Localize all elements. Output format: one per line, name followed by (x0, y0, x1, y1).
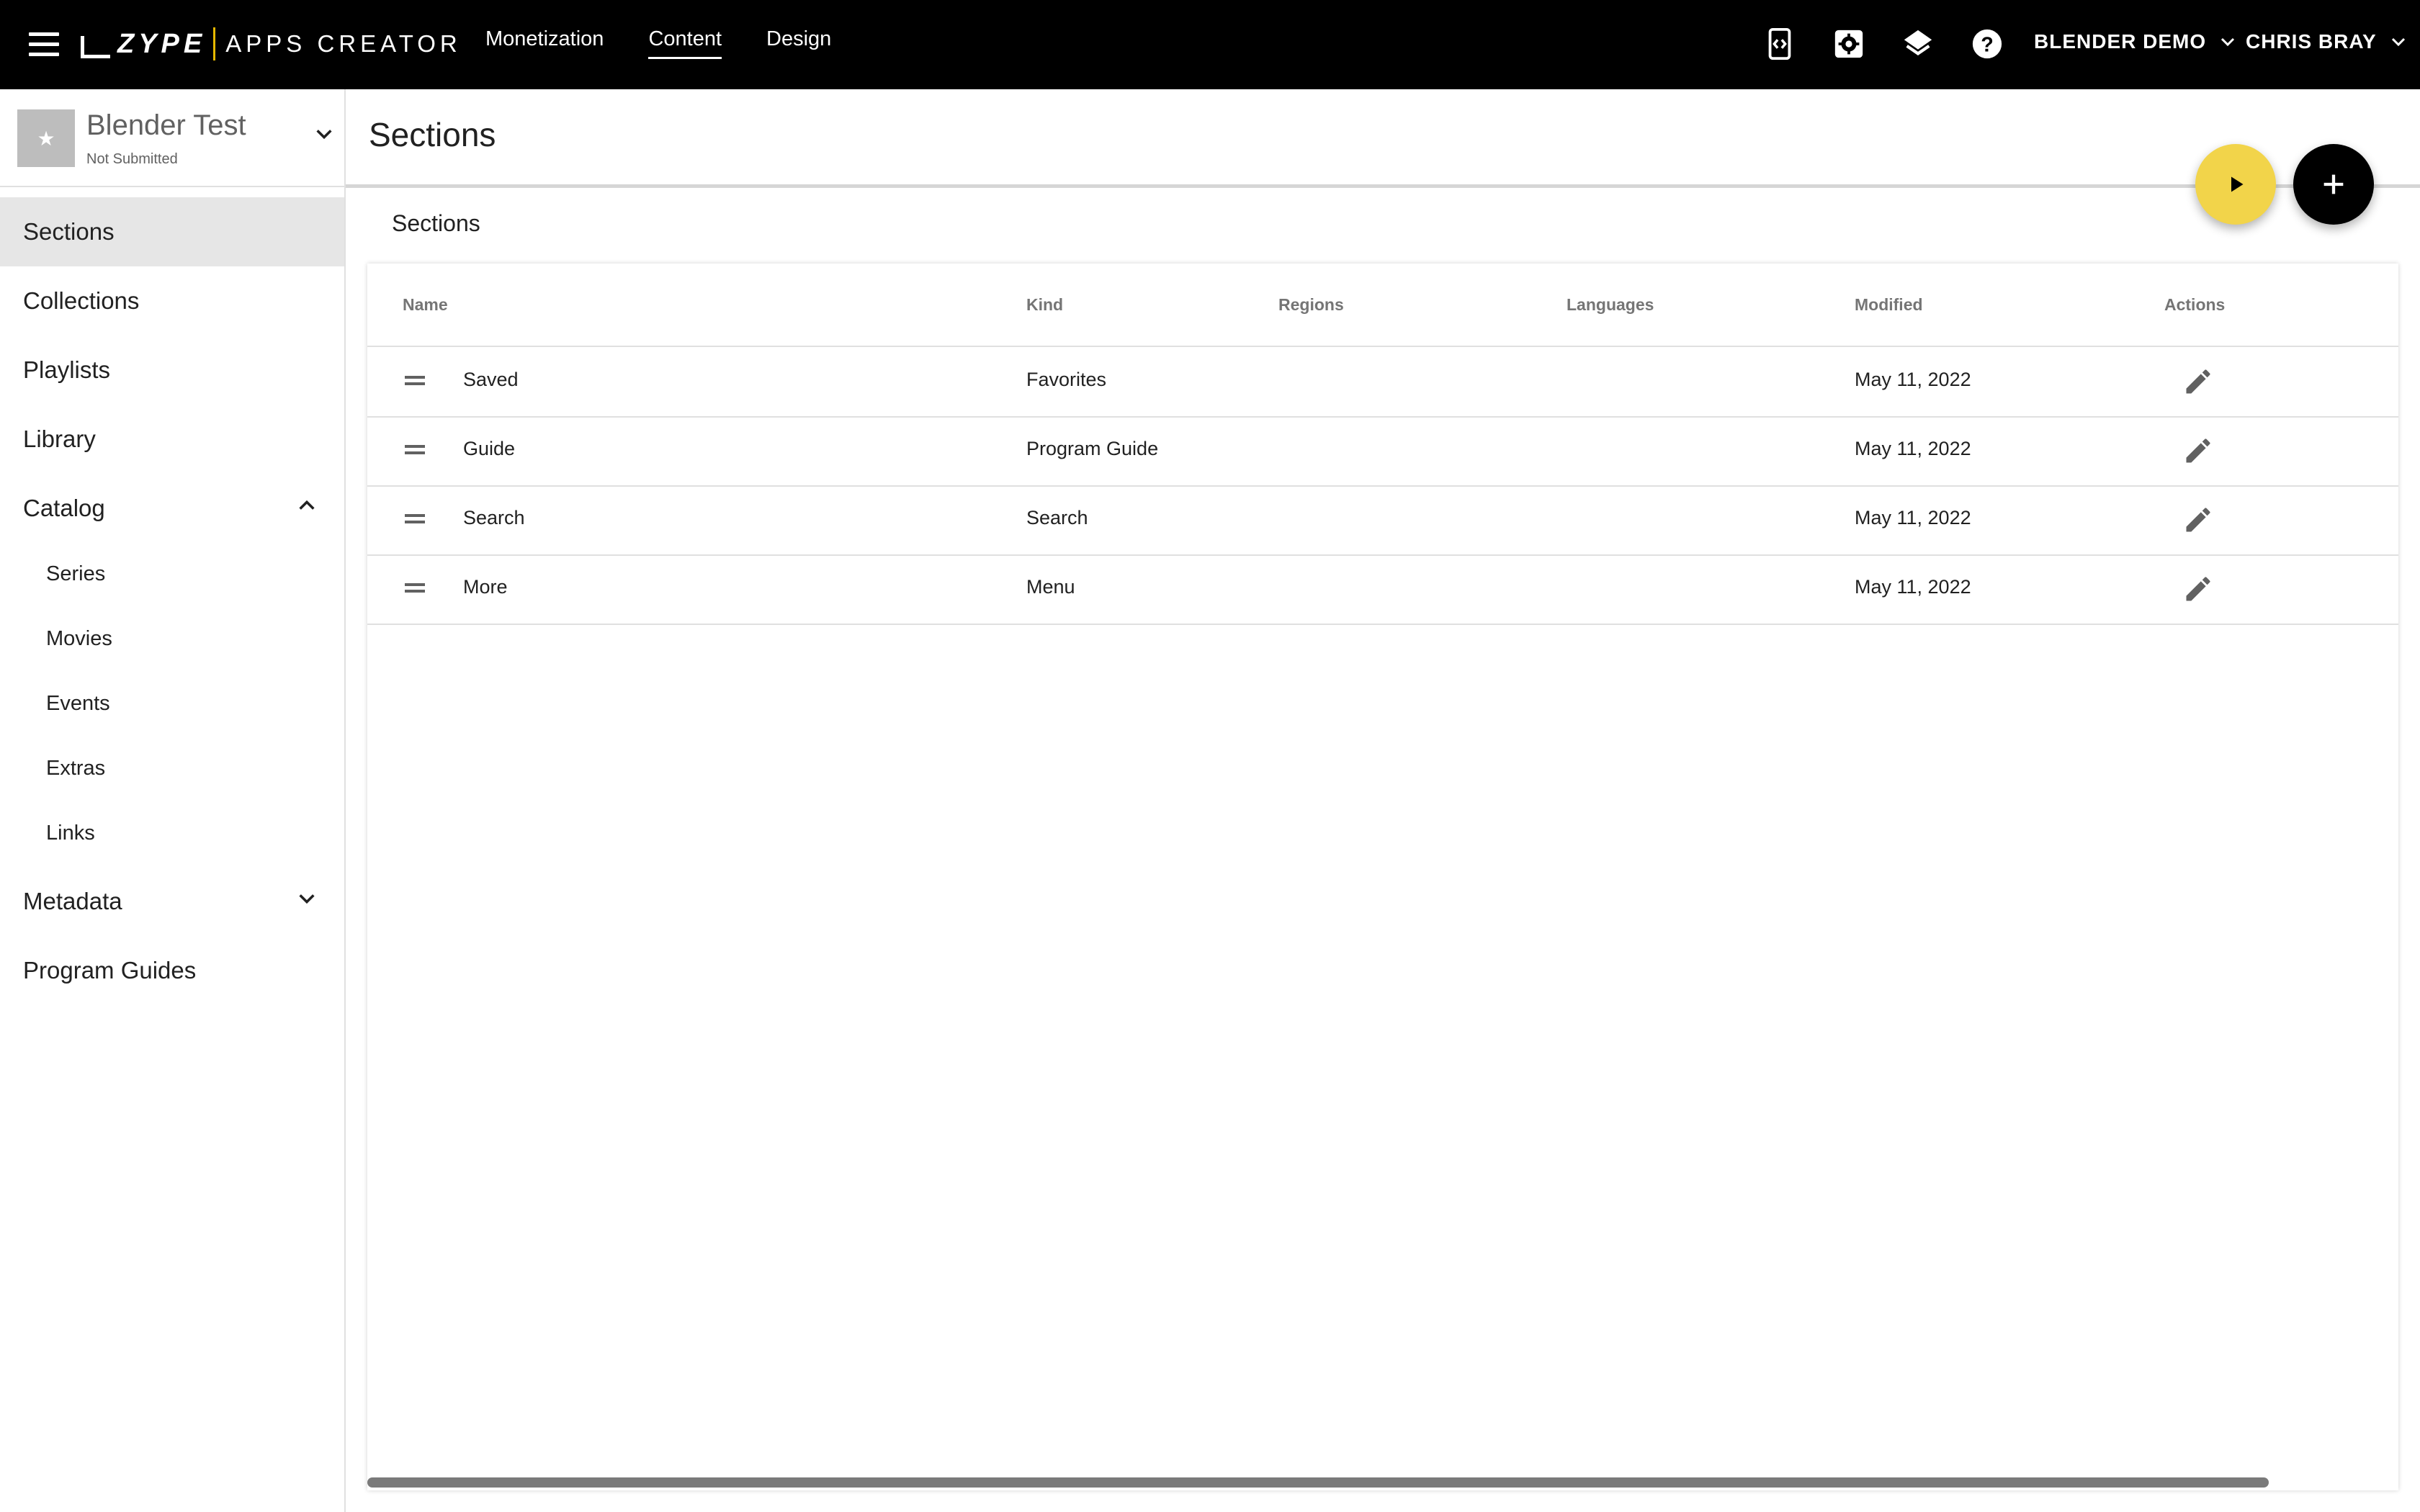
logo-divider (213, 27, 216, 60)
sidebar-item-program-guides[interactable]: Program Guides (0, 936, 344, 1005)
column-header-actions: Actions (2164, 295, 2226, 314)
cell-name: Guide (463, 438, 516, 459)
table-row[interactable]: Saved Favorites May 11, 2022 (367, 347, 2398, 418)
cell-name: Search (463, 507, 525, 528)
column-header-kind[interactable]: Kind (1026, 295, 1063, 315)
settings-icon[interactable] (1832, 27, 1865, 60)
play-icon (2231, 176, 2244, 192)
cell-kind: Program Guide (1026, 438, 1159, 459)
app-status: Not Submitted (86, 151, 178, 167)
cell-name: Saved (463, 369, 519, 390)
sidebar-item-sections[interactable]: Sections (0, 197, 344, 266)
column-header-modified[interactable]: Modified (1855, 295, 1923, 315)
nav-design[interactable]: Design (766, 27, 831, 59)
column-header-name[interactable]: Name (403, 295, 448, 315)
chevron-down-icon (2221, 37, 2235, 47)
sidebar-item-movies[interactable]: Movies (0, 606, 344, 671)
menu-icon[interactable] (29, 32, 59, 57)
cell-modified: May 11, 2022 (1855, 576, 1971, 598)
sidebar-item-catalog[interactable]: Catalog (0, 474, 344, 543)
sidebar-item-library[interactable]: Library (0, 405, 344, 474)
app-preview-icon[interactable] (1763, 27, 1796, 60)
main-nav: Monetization Content Design (485, 27, 876, 59)
card-title: Sections (392, 210, 480, 236)
chevron-down-icon (2391, 37, 2405, 47)
sidebar-item-label: Extras (46, 756, 106, 780)
edit-icon[interactable] (2182, 366, 2214, 397)
sidebar-item-links[interactable]: Links (0, 801, 344, 865)
column-header-languages[interactable]: Languages (1567, 295, 1654, 315)
sidebar-item-label: Collections (23, 287, 140, 314)
nav-monetization[interactable]: Monetization (485, 27, 604, 59)
table-row[interactable]: More Menu May 11, 2022 (367, 554, 2398, 625)
cell-modified: May 11, 2022 (1855, 507, 1971, 528)
sidebar-item-label: Events (46, 691, 110, 715)
sidebar-item-label: Catalog (23, 495, 105, 521)
sidebar-item-series[interactable]: Series (0, 541, 344, 606)
sidebar-item-extras[interactable]: Extras (0, 736, 344, 801)
chevron-up-icon (299, 500, 315, 510)
preview-button[interactable] (2195, 144, 2276, 225)
sidebar-item-label: Links (46, 821, 95, 845)
cell-modified: May 11, 2022 (1855, 369, 1971, 390)
sidebar-item-label: Sections (23, 218, 115, 245)
org-name: BLENDER DEMO (2034, 30, 2207, 53)
sections-table: Name Kind Regions Languages Modified Act… (367, 264, 2398, 1490)
user-menu[interactable]: CHRIS BRAY (2246, 30, 2407, 53)
divider (346, 184, 2420, 188)
logo-text: ZYPE (117, 28, 207, 59)
nav-content[interactable]: Content (648, 27, 722, 59)
sidebar-item-label: Movies (46, 626, 112, 650)
chevron-down-icon[interactable] (314, 127, 334, 141)
sidebar-item-collections[interactable]: Collections (0, 266, 344, 336)
drag-handle-icon[interactable] (405, 514, 425, 524)
user-name: CHRIS BRAY (2246, 30, 2377, 53)
product-name: APPS CREATOR (225, 30, 462, 57)
add-section-button[interactable] (2293, 144, 2374, 225)
cell-modified: May 11, 2022 (1855, 438, 1971, 459)
page-title: Sections (369, 116, 496, 153)
edit-icon[interactable] (2182, 573, 2214, 605)
cell-name: More (463, 576, 508, 598)
sidebar-item-label: Series (46, 562, 106, 585)
chevron-down-icon (299, 894, 315, 904)
edit-icon[interactable] (2182, 504, 2214, 536)
top-app-bar: ZYPE APPS CREATOR Monetization Content D… (0, 0, 2420, 89)
drag-handle-icon[interactable] (405, 376, 425, 386)
app-selector[interactable]: ★ Blender Test Not Submitted (0, 89, 344, 187)
sidebar-item-metadata[interactable]: Metadata (0, 867, 344, 936)
sidebar-item-label: Metadata (23, 888, 122, 914)
cell-kind: Menu (1026, 576, 1075, 598)
table-row[interactable]: Search Search May 11, 2022 (367, 485, 2398, 556)
column-header-regions[interactable]: Regions (1278, 295, 1344, 315)
drag-handle-icon[interactable] (405, 583, 425, 593)
sidebar-item-events[interactable]: Events (0, 671, 344, 736)
logo-mark (81, 35, 110, 58)
sidebar-item-label: Library (23, 426, 96, 452)
cell-kind: Search (1026, 507, 1088, 528)
sidebar-item-label: Program Guides (23, 957, 197, 984)
svg-text:?: ? (1981, 34, 1994, 57)
app-thumbnail: ★ (17, 109, 75, 167)
cell-kind: Favorites (1026, 369, 1107, 390)
edit-icon[interactable] (2182, 435, 2214, 467)
sidebar-item-label: Playlists (23, 356, 111, 383)
help-icon[interactable]: ? (1971, 27, 2004, 60)
drag-handle-icon[interactable] (405, 445, 425, 455)
sidebar: ★ Blender Test Not Submitted Sections Co… (0, 89, 346, 1512)
zype-logo[interactable]: ZYPE APPS CREATOR (81, 26, 462, 62)
sidebar-item-playlists[interactable]: Playlists (0, 336, 344, 405)
horizontal-scrollbar[interactable] (367, 1477, 2269, 1488)
org-switcher[interactable]: BLENDER DEMO (2034, 30, 2236, 53)
app-name: Blender Test (86, 109, 246, 141)
table-row[interactable]: Guide Program Guide May 11, 2022 (367, 416, 2398, 487)
layers-icon[interactable] (1901, 27, 1935, 60)
plus-icon (2323, 174, 2344, 194)
